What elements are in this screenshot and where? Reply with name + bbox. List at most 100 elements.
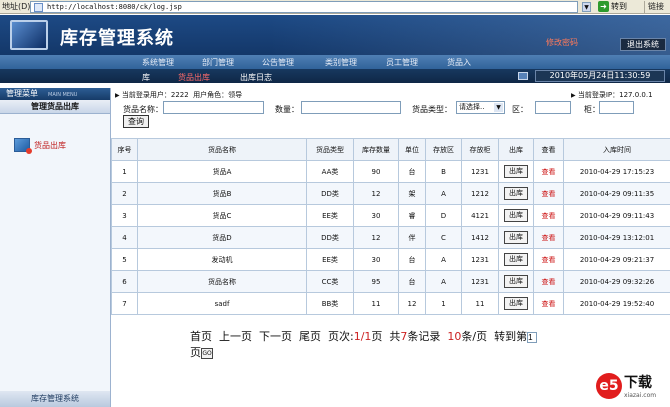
- stock-in-time: 2010-04-29 13:12:01: [563, 226, 670, 249]
- column-header: 存放柜: [461, 138, 499, 161]
- table-cell: 30: [353, 248, 399, 271]
- goto-page-input[interactable]: [527, 331, 538, 343]
- table-cell: A: [425, 270, 462, 293]
- stock-out-button[interactable]: 出库: [504, 165, 528, 178]
- table-cell: 台: [398, 160, 426, 183]
- view-link[interactable]: 查看: [542, 212, 556, 220]
- table-cell: CC类: [306, 270, 354, 293]
- view-link[interactable]: 查看: [542, 234, 556, 242]
- stock-in-time: 2010-04-29 17:15:23: [563, 160, 670, 183]
- page-icon: [34, 2, 43, 12]
- e5-logo-icon: e5: [596, 372, 622, 399]
- next-page-link[interactable]: 下一页: [259, 330, 292, 343]
- nav-stock-in[interactable]: 货品入: [447, 57, 471, 68]
- stock-out-button[interactable]: 出库: [504, 275, 528, 288]
- query-button[interactable]: 查询: [123, 115, 149, 128]
- table-cell: DD类: [306, 182, 354, 205]
- go-button[interactable]: ➜ 转到: [598, 1, 627, 12]
- nav-stock-out[interactable]: 货品出库: [178, 72, 210, 83]
- chevron-down-icon[interactable]: ▼: [582, 2, 591, 12]
- table-cell: 7: [111, 292, 138, 315]
- view-link[interactable]: 查看: [542, 168, 556, 176]
- prev-page-link[interactable]: 上一页: [219, 330, 252, 343]
- view-link[interactable]: 查看: [542, 190, 556, 198]
- url-text: http://localhost:8080/ck/log.jsp: [47, 3, 182, 11]
- stock-in-time: 2010-04-29 09:32:26: [563, 270, 670, 293]
- stock-out-button[interactable]: 出库: [504, 209, 528, 222]
- table-header-row: 序号 货品名称 货品类型 库存数量 单位 存放区 存放柜 出库 查看 入库时间: [111, 138, 670, 161]
- table-cell: 90: [353, 160, 399, 183]
- table-cell: BB类: [306, 292, 354, 315]
- quantity-input[interactable]: [301, 101, 401, 114]
- view-link[interactable]: 查看: [542, 278, 556, 286]
- logout-button[interactable]: 退出系统: [620, 38, 666, 51]
- table-row: 4 货品D DD类 12 伴 C 1412 出库 查看 2010-04-29 13:12:01: [111, 226, 670, 249]
- table-cell: 1: [425, 292, 462, 315]
- table-cell: 台: [398, 248, 426, 271]
- go-page-button[interactable]: GO: [201, 347, 213, 359]
- table-cell: 货品D: [137, 226, 307, 249]
- sidebar-footer: 库存管理系统: [0, 391, 110, 407]
- sidebar: 管理菜单 MAIN MENU 管理货品出库 货品出库 库存管理系统: [0, 88, 111, 407]
- table-cell: 11: [461, 292, 499, 315]
- first-page-link[interactable]: 首页: [190, 330, 212, 343]
- quantity-label: 数量：: [275, 105, 299, 114]
- area-label: 区：: [512, 105, 528, 114]
- stock-out-button[interactable]: 出库: [504, 187, 528, 200]
- table-cell: 2: [111, 182, 138, 205]
- table-cell: 架: [398, 182, 426, 205]
- table-cell: 1231: [461, 248, 499, 271]
- table-cell: 4121: [461, 204, 499, 227]
- table-cell: 货品A: [137, 160, 307, 183]
- current-user: ▶ 当前登录用户：2222 用户角色：领导: [115, 91, 243, 99]
- nav-category[interactable]: 类别管理: [325, 57, 357, 68]
- stock-out-button[interactable]: 出库: [504, 253, 528, 266]
- column-header: 存放区: [425, 138, 462, 161]
- nav-employee[interactable]: 员工管理: [386, 57, 418, 68]
- cabinet-label: 柜：: [584, 105, 600, 114]
- app-header: 库存管理系统 修改密码 退出系统 系统管理 部门管理 公告管理 类别管理 员工管…: [0, 15, 670, 83]
- area-input[interactable]: [535, 101, 571, 114]
- nav-system[interactable]: 系统管理: [142, 57, 174, 68]
- go-label: 转到: [611, 2, 627, 11]
- table-cell: sadf: [137, 292, 307, 315]
- stock-out-button[interactable]: 出库: [504, 297, 528, 310]
- sidebar-item-label: 货品出库: [34, 140, 66, 150]
- stock-in-time: 2010-04-29 09:11:43: [563, 204, 670, 227]
- name-label: 货品名称：: [123, 105, 163, 114]
- nav-notice[interactable]: 公告管理: [262, 57, 294, 68]
- type-label: 货品类型：: [412, 105, 452, 114]
- column-header: 入库时间: [563, 138, 670, 161]
- goto-label: 转到第: [494, 330, 528, 343]
- address-label: 地址(D): [2, 2, 31, 11]
- screen-icon: [518, 72, 528, 80]
- table-row: 5 发动机 EE类 30 台 A 1231 出库 查看 2010-04-29 09:21:37: [111, 248, 670, 271]
- last-page-link[interactable]: 尾页: [299, 330, 321, 343]
- view-link[interactable]: 查看: [542, 256, 556, 264]
- table-cell: D: [425, 204, 462, 227]
- table-cell: 4: [111, 226, 138, 249]
- links-button[interactable]: 链接: [644, 1, 664, 13]
- change-password-link[interactable]: 修改密码: [546, 37, 578, 48]
- column-header: 出库: [498, 138, 534, 161]
- column-header: 货品名称: [137, 138, 307, 161]
- table-cell: 1412: [461, 226, 499, 249]
- table-cell: 95: [353, 270, 399, 293]
- stock-in-time: 2010-04-29 09:11:35: [563, 182, 670, 205]
- page-label: 页次:: [328, 330, 354, 343]
- cabinet-input[interactable]: [599, 101, 634, 114]
- goods-type-select[interactable]: 请选择..: [456, 101, 505, 114]
- goods-name-input[interactable]: [163, 101, 264, 114]
- view-link[interactable]: 查看: [542, 300, 556, 308]
- per-page-count: 10: [447, 330, 462, 343]
- nav-department[interactable]: 部门管理: [202, 57, 234, 68]
- sidebar-item-stock-out[interactable]: 货品出库: [14, 138, 66, 154]
- stock-out-button[interactable]: 出库: [504, 231, 528, 244]
- url-input[interactable]: http://localhost:8080/ck/log.jsp: [30, 1, 578, 13]
- nav-out-log[interactable]: 出库日志: [240, 72, 272, 83]
- table-cell: 伴: [398, 226, 426, 249]
- column-header: 货品类型: [306, 138, 354, 161]
- table-cell: 1231: [461, 270, 499, 293]
- table-cell: 5: [111, 248, 138, 271]
- nav-stock-in-cont[interactable]: 库: [142, 72, 150, 83]
